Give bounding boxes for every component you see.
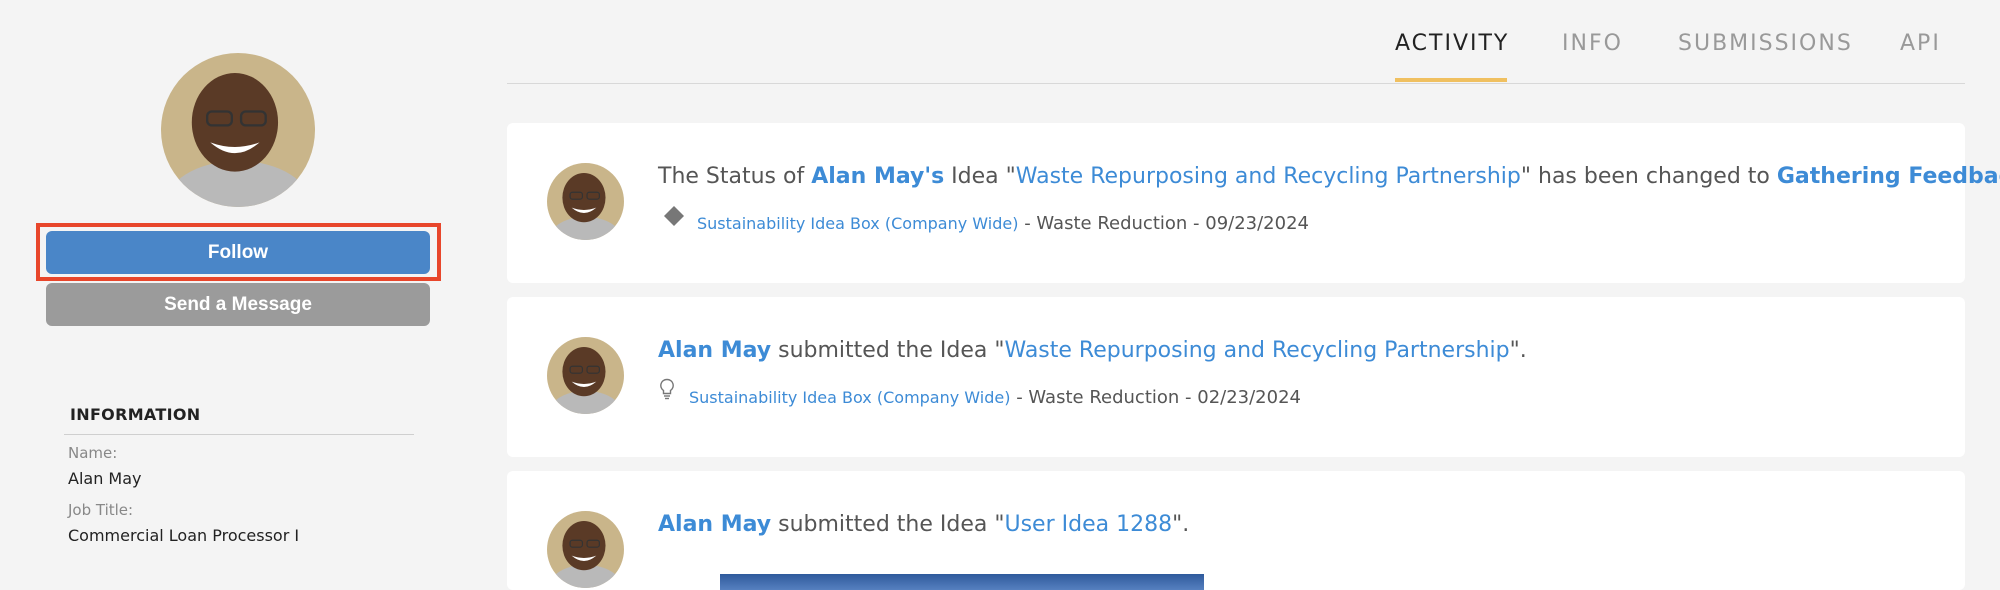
idea-box-link[interactable]: Sustainability Idea Box (Company Wide) — [689, 388, 1010, 407]
activity-meta-text: - Waste Reduction - 09/23/2024 — [1018, 213, 1309, 234]
activity-avatar[interactable] — [547, 163, 624, 240]
idea-box-link[interactable]: Sustainability Idea Box (Company Wide) — [697, 214, 1018, 233]
name-label: Name: — [68, 444, 118, 462]
activity-meta-text: - Waste Reduction - 02/23/2024 — [1010, 387, 1301, 408]
activity-meta: Sustainability Idea Box (Company Wide) -… — [697, 213, 1309, 234]
idea-image-thumbnail[interactable] — [720, 574, 1204, 590]
idea-link[interactable]: Waste Repurposing and Recycling Partners… — [1004, 338, 1509, 363]
activity-text-mid: submitted the Idea " — [771, 512, 1005, 537]
status-link[interactable]: Gathering Feedback — [1777, 164, 2000, 189]
diamond-icon — [664, 206, 684, 226]
tab-submissions[interactable]: SUBMISSIONS — [1678, 31, 1853, 56]
name-value: Alan May — [68, 469, 142, 488]
user-link[interactable]: Alan May's — [811, 164, 944, 189]
activity-card: The Status of Alan May's Idea "Waste Rep… — [507, 123, 2000, 283]
follow-button[interactable]: Follow — [46, 231, 430, 274]
activity-card: Alan May submitted the Idea "Waste Repur… — [507, 297, 1965, 457]
activity-text-suffix: ". — [1172, 512, 1190, 537]
active-tab-indicator — [1395, 78, 1507, 82]
job-title-value: Commercial Loan Processor I — [68, 526, 300, 545]
activity-text-mid: " has been changed to — [1520, 164, 1777, 189]
activity-avatar[interactable] — [547, 337, 624, 414]
activity-meta: Sustainability Idea Box (Company Wide) -… — [689, 387, 1301, 408]
activity-avatar[interactable] — [547, 511, 624, 588]
send-message-button[interactable]: Send a Message — [46, 283, 430, 326]
information-heading: INFORMATION — [70, 405, 201, 424]
tabs-divider — [507, 83, 1965, 84]
activity-text-prefix: The Status of — [658, 164, 812, 189]
activity-text-suffix: ". — [1509, 338, 1527, 363]
idea-link[interactable]: Waste Repurposing and Recycling Partners… — [1016, 164, 1521, 189]
activity-text: Alan May submitted the Idea "Waste Repur… — [658, 338, 1527, 363]
activity-text-mid: submitted the Idea " — [771, 338, 1005, 363]
tab-api[interactable]: API — [1900, 31, 1941, 56]
idea-link[interactable]: User Idea 1288 — [1004, 512, 1172, 537]
user-link[interactable]: Alan May — [658, 512, 771, 537]
tab-activity[interactable]: ACTIVITY — [1395, 31, 1509, 56]
tab-info[interactable]: INFO — [1562, 31, 1623, 56]
user-link[interactable]: Alan May — [658, 338, 771, 363]
profile-avatar — [161, 53, 315, 207]
lightbulb-icon — [660, 378, 674, 400]
activity-text-mid: Idea " — [944, 164, 1016, 189]
activity-text: Alan May submitted the Idea "User Idea 1… — [658, 512, 1189, 537]
activity-text: The Status of Alan May's Idea "Waste Rep… — [658, 164, 2000, 189]
job-title-label: Job Title: — [68, 501, 134, 519]
information-divider — [64, 434, 414, 435]
activity-card: Alan May submitted the Idea "User Idea 1… — [507, 471, 1965, 590]
